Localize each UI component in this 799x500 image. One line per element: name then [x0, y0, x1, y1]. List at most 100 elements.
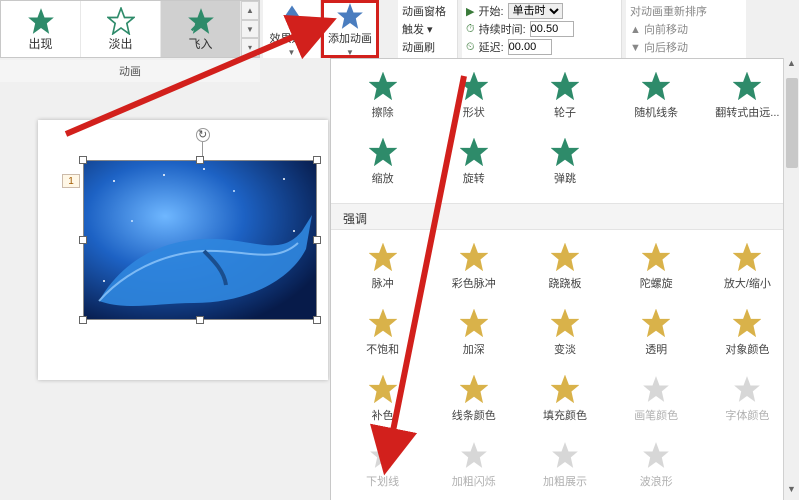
dropdown-caret-icon: ▼ [346, 48, 354, 57]
emphasis-item[interactable]: 放大/缩小 [704, 236, 791, 298]
entrance-item[interactable]: 旋转 [430, 131, 517, 193]
emphasis-item: 加粗展示 [521, 434, 608, 496]
effect-options-button[interactable]: 效果选项 ▼ [263, 0, 321, 58]
animation-gallery[interactable]: 出现 淡出 飞入 ▲ ▼ ▾ [0, 0, 260, 58]
emphasis-item[interactable]: 彩色脉冲 [430, 236, 517, 298]
star-icon [369, 375, 397, 403]
selection-handle-s[interactable] [196, 316, 204, 324]
animation-order-tag[interactable]: 1 [62, 174, 80, 188]
gallery-scroll-down[interactable]: ▼ [241, 20, 259, 39]
gallery-item-label: 飞入 [188, 35, 212, 52]
star-icon [551, 243, 579, 271]
entrance-item[interactable]: 随机线条 [613, 65, 700, 127]
panel-scrollbar[interactable]: ▲ ▼ [783, 58, 799, 500]
entrance-item[interactable]: 缩放 [339, 131, 426, 193]
panel-item-label: 不饱和 [366, 341, 399, 357]
emphasis-item: 下划线 [339, 434, 426, 496]
selection-handle-nw[interactable] [79, 156, 87, 164]
clock-icon: ⏱ [466, 23, 475, 36]
panel-item-label: 加深 [463, 341, 485, 357]
selection-handle-w[interactable] [79, 236, 87, 244]
start-select[interactable]: 单击时 [508, 3, 563, 19]
gallery-scroll-up[interactable]: ▲ [241, 1, 259, 20]
add-animation-button[interactable]: 添加动画 ▼ [321, 0, 379, 58]
move-later-button: ▼ 向后移动 [630, 39, 742, 55]
duration-input[interactable] [530, 21, 574, 37]
selection-handle-se[interactable] [313, 316, 321, 324]
rotate-handle[interactable] [196, 128, 210, 142]
emphasis-item[interactable]: 加深 [430, 302, 517, 364]
selection-frame[interactable] [83, 160, 317, 320]
panel-item-label: 填充颜色 [543, 407, 587, 423]
panel-item-label: 放大/缩小 [724, 275, 771, 291]
gallery-scroll[interactable]: ▲ ▼ ▾ [241, 1, 259, 57]
emphasis-section-header: 强调 [331, 203, 799, 230]
star-icon [733, 243, 761, 271]
panel-item-label: 字体颜色 [725, 407, 769, 423]
emphasis-item[interactable]: 透明 [613, 302, 700, 364]
delay-icon: ⏲ [466, 41, 475, 54]
scrollbar-thumb[interactable] [786, 78, 798, 168]
panel-item-label: 擦除 [372, 104, 394, 120]
selection-handle-ne[interactable] [313, 156, 321, 164]
panel-item-label: 陀螺旋 [640, 275, 673, 291]
gallery-item-fade[interactable]: 淡出 [81, 1, 161, 57]
star-icon [733, 309, 761, 337]
entrance-item[interactable]: 擦除 [339, 65, 426, 127]
panel-item-label: 波浪形 [640, 473, 673, 489]
emphasis-item[interactable]: 线条颜色 [430, 368, 517, 430]
panel-item-label: 跷跷板 [548, 275, 581, 291]
emphasis-item[interactable]: 填充颜色 [521, 368, 608, 430]
add-animation-dropdown[interactable]: 擦除 形状 轮子 随机线条 翻转式由远... 缩放旋转弹跳 强调 脉冲彩色脉冲 跷跷板 陀螺旋… [330, 58, 799, 500]
star-icon [551, 72, 579, 100]
emphasis-item[interactable]: 脉冲 [339, 236, 426, 298]
panel-item-label: 形状 [463, 104, 485, 120]
star-icon [460, 138, 488, 166]
entrance-item[interactable]: 翻转式由远... [704, 65, 791, 127]
animation-pane-button[interactable]: 动画窗格 [402, 3, 453, 19]
trigger-button[interactable]: 触发 ▾ [402, 21, 453, 37]
emphasis-item[interactable]: 跷跷板 [521, 236, 608, 298]
panel-item-label: 彩色脉冲 [452, 275, 496, 291]
star-icon [642, 243, 670, 271]
entrance-item[interactable]: 弹跳 [521, 131, 608, 193]
selection-handle-sw[interactable] [79, 316, 87, 324]
panel-item-label: 随机线条 [634, 104, 678, 120]
star-icon [642, 441, 670, 469]
selection-handle-n[interactable] [196, 156, 204, 164]
gallery-more[interactable]: ▾ [241, 38, 259, 57]
delay-label: 延迟: [479, 39, 504, 55]
animation-painter-button[interactable]: 动画刷 [402, 39, 453, 55]
star-icon [107, 7, 135, 35]
emphasis-item[interactable]: 陀螺旋 [613, 236, 700, 298]
star-icon [460, 72, 488, 100]
emphasis-item[interactable]: 不饱和 [339, 302, 426, 364]
star-icon [369, 309, 397, 337]
gallery-item-flyin[interactable]: 飞入 [161, 1, 241, 57]
gallery-item-appear[interactable]: 出现 [1, 1, 81, 57]
emphasis-item[interactable]: 对象颜色 [704, 302, 791, 364]
panel-item-label: 轮子 [554, 104, 576, 120]
entrance-item[interactable]: 轮子 [521, 65, 608, 127]
dropdown-caret-icon: ▼ [288, 48, 296, 57]
star-icon [460, 441, 488, 469]
star-icon [460, 375, 488, 403]
emphasis-item: 加粗闪烁 [430, 434, 517, 496]
panel-item-label: 变淡 [554, 341, 576, 357]
timing-group: ▶ 开始: 单击时 ⏱ 持续时间: ⏲ 延迟: [462, 0, 622, 58]
selection-handle-e[interactable] [313, 236, 321, 244]
star-icon [551, 441, 579, 469]
start-label: 开始: [478, 3, 503, 19]
emphasis-item: 画笔颜色 [613, 368, 700, 430]
duration-label: 持续时间: [479, 21, 526, 37]
emphasis-item[interactable]: 变淡 [521, 302, 608, 364]
star-plus-icon [336, 2, 364, 30]
arrow-up-icon [278, 2, 306, 30]
emphasis-item[interactable]: 补色 [339, 368, 426, 430]
delay-input[interactable] [508, 39, 552, 55]
panel-item-label: 画笔颜色 [634, 407, 678, 423]
panel-item-label: 对象颜色 [725, 341, 769, 357]
panel-item-label: 下划线 [366, 473, 399, 489]
entrance-item[interactable]: 形状 [430, 65, 517, 127]
panel-item-label: 加粗展示 [543, 473, 587, 489]
